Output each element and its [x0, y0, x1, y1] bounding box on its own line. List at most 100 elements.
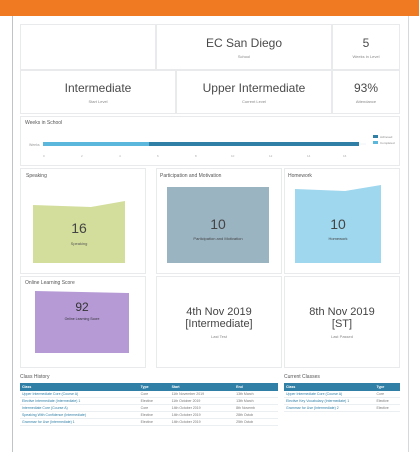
table-cell: Elective	[138, 411, 170, 420]
table-cell: Core	[138, 404, 170, 413]
speaking-label: Speaking	[71, 241, 88, 246]
column-header-type[interactable]: Type	[138, 383, 170, 391]
table-cell: Elective	[374, 404, 400, 413]
legend-completed-swatch	[373, 141, 378, 144]
homework-label: Homework	[328, 236, 347, 241]
column-header-end[interactable]: End	[234, 383, 278, 391]
last-passed-date: 8th Nov 2019	[309, 305, 375, 318]
left-border	[12, 16, 13, 452]
last-test-detail: [Intermediate]	[185, 317, 253, 330]
start-level-value: Intermediate	[64, 80, 132, 95]
current-classes-panel: Current Classes Class Type Upper Interme…	[284, 374, 400, 434]
class-link[interactable]: Elective Intermediate (Intermediate) 1	[22, 399, 80, 403]
last-test-label: Last Test	[211, 333, 227, 339]
class-link[interactable]: Grammar for Use (Intermediate) 2	[286, 406, 339, 410]
legend-achieved-swatch	[373, 135, 378, 138]
attendance-value: 93%	[353, 80, 379, 95]
svg-text:16: 16	[343, 154, 347, 158]
last-passed-detail: [ST]	[331, 317, 353, 330]
table-row: Intermediate Core (Course A) Core 14th O…	[20, 404, 278, 413]
class-history-header-row: Class Type Start End	[20, 383, 278, 391]
empty-stat-card	[20, 24, 156, 70]
school-label: School	[237, 53, 251, 59]
svg-text:10: 10	[231, 154, 235, 158]
weeks-card: 5 Weeks in Level	[332, 24, 400, 70]
right-border	[408, 16, 409, 452]
class-link[interactable]: Speaking With Confidence (Intermediate)	[22, 413, 86, 417]
attendance-label: Attendance	[355, 98, 377, 104]
table-cell: 13th March	[234, 397, 278, 406]
table-row: Grammar for Use (Intermediate) 1 Electiv…	[20, 418, 278, 427]
participation-value: 10	[210, 216, 226, 232]
class-link[interactable]: Grammar for Use (Intermediate) 1	[22, 420, 75, 424]
weeks-bar-chart: Weeks 0 2 4 6 8 10 12 14 16 Achieved Completed	[29, 135, 395, 158]
last-passed-label: Last Passed	[330, 333, 353, 339]
column-header-class[interactable]: Class	[20, 383, 139, 391]
weeks-row-label: Weeks	[29, 143, 40, 147]
current-classes-table: Class Type Upper Intermediate Core (Cour…	[284, 383, 400, 413]
school-value: EC San Diego	[205, 35, 283, 50]
weeks-achieved-bar	[149, 142, 359, 146]
svg-text:0: 0	[43, 154, 45, 158]
class-history-panel: Class History Class Type Start End Upper…	[20, 374, 278, 448]
table-cell: 14th October 2019	[169, 404, 235, 413]
table-row: Upper Intermediate Core (Course A) Core …	[20, 391, 278, 399]
homework-area-chart: 10 Homework	[295, 185, 381, 263]
participation-label: Participation and Motivation	[193, 236, 242, 241]
class-history-table: Class Type Start End Upper Intermediate …	[20, 383, 278, 427]
table-cell: 28th Octob	[234, 411, 278, 420]
table-cell: 11th November 2019	[169, 391, 235, 399]
table-cell: 13th March	[234, 391, 278, 399]
class-link[interactable]: Elective Key Vocabulary (Intermediate) 1	[286, 399, 349, 403]
column-header-class[interactable]: Class	[284, 383, 375, 391]
column-header-type[interactable]: Type	[374, 383, 400, 391]
class-link[interactable]: Intermediate Core (Course A)	[22, 406, 68, 410]
last-test-date: 4th Nov 2019	[186, 305, 252, 318]
participation-panel: Participation and Motivation 10 Particip…	[156, 168, 282, 274]
table-cell: Core	[374, 391, 400, 399]
speaking-panel: Speaking 16 Speaking	[20, 168, 146, 274]
table-cell: Elective	[138, 418, 170, 427]
svg-text:6: 6	[157, 154, 159, 158]
table-row: Elective Intermediate (Intermediate) 1 E…	[20, 397, 278, 406]
column-header-start[interactable]: Start	[169, 383, 235, 391]
table-cell: Core	[138, 391, 170, 399]
online-learning-area-chart: 92 Online Learning Score	[35, 291, 129, 353]
online-learning-value: 92	[75, 300, 89, 314]
online-learning-panel: Online Learning Score 92 Online Learning…	[20, 276, 146, 368]
current-classes-header-row: Class Type	[284, 383, 400, 391]
table-cell: 14th October 2019	[169, 418, 235, 427]
current-level-card: Upper Intermediate Current Level	[176, 70, 332, 114]
start-level-label: Start Level	[88, 98, 108, 104]
table-row: Upper Intermediate Core (Course A) Core	[284, 391, 400, 399]
last-passed-card: 8th Nov 2019 [ST] Last Passed	[284, 276, 400, 368]
class-link[interactable]: Upper Intermediate Core (Course A)	[22, 392, 78, 396]
speaking-area-chart: 16 Speaking	[33, 201, 125, 263]
legend-achieved-label: Achieved	[380, 135, 393, 139]
weeks-value: 5	[362, 35, 370, 50]
svg-text:2: 2	[81, 154, 83, 158]
last-test-card: 4th Nov 2019 [Intermediate] Last Test	[156, 276, 282, 368]
homework-value: 10	[330, 216, 346, 232]
table-row: Grammar for Use (Intermediate) 2 Electiv…	[284, 404, 400, 413]
homework-panel: Homework 10 Homework	[284, 168, 400, 274]
start-level-card: Intermediate Start Level	[20, 70, 176, 114]
current-level-value: Upper Intermediate	[202, 80, 306, 95]
table-cell: Elective	[138, 397, 170, 406]
school-card: EC San Diego School	[156, 24, 332, 70]
top-accent-bar	[0, 0, 419, 16]
online-learning-label: Online Learning Score	[65, 317, 100, 321]
svg-text:4: 4	[119, 154, 121, 158]
svg-text:12: 12	[269, 154, 273, 158]
table-cell: 11th October 2019	[169, 397, 235, 406]
table-cell: 25th Octob	[234, 418, 278, 427]
weeks-label: Weeks in Level	[352, 53, 380, 59]
class-link[interactable]: Upper Intermediate Core (Course A)	[286, 392, 342, 396]
svg-text:14: 14	[307, 154, 311, 158]
table-row: Speaking With Confidence (Intermediate) …	[20, 411, 278, 420]
weeks-in-school-panel: Weeks in School Weeks 024 6 8 10 12 14 16 Ac…	[20, 116, 400, 166]
current-level-label: Current Level	[241, 98, 266, 104]
attendance-card: 93% Attendance	[332, 70, 400, 114]
speaking-value: 16	[71, 220, 87, 236]
legend-completed-label: Completed	[380, 141, 395, 145]
